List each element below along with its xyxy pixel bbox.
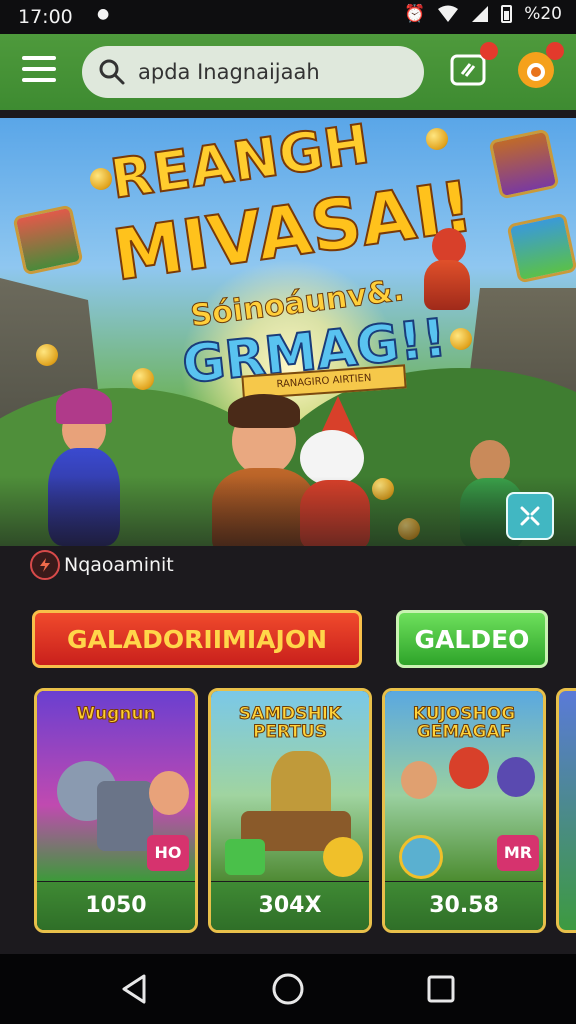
back-icon[interactable]	[118, 972, 152, 1006]
profile-button[interactable]	[514, 42, 564, 92]
card-title: SAMDSHIK PERTUS	[238, 704, 342, 742]
coin-icon	[132, 368, 154, 390]
card-tag: MR	[497, 835, 539, 871]
expand-icon	[520, 506, 540, 526]
card-title: Wugnun	[76, 704, 156, 724]
card-title: KUJOSHOG GEMAGAF	[412, 704, 516, 742]
home-icon[interactable]	[271, 972, 305, 1006]
menu-icon[interactable]	[22, 56, 56, 86]
card-tag: HO	[147, 835, 189, 871]
lightning-icon	[30, 550, 60, 580]
notification-dot-icon: ●	[97, 6, 110, 22]
search-icon	[99, 59, 125, 85]
coin-icon	[450, 328, 472, 350]
search-bar[interactable]	[82, 46, 424, 98]
battery-percent: %20	[524, 4, 562, 24]
wallet-badge	[480, 42, 498, 60]
primary-action-button[interactable]: GALADORIIMIAJON	[32, 610, 362, 668]
wifi-icon	[438, 5, 459, 22]
secondary-action-button[interactable]: GALDEO	[396, 610, 548, 668]
game-card-partial[interactable]	[556, 688, 576, 933]
coin-icon	[36, 344, 58, 366]
recents-icon[interactable]	[424, 972, 458, 1006]
status-time: 17:00	[18, 6, 73, 28]
search-input[interactable]	[136, 59, 410, 85]
coin-icon	[426, 128, 448, 150]
signal-icon	[472, 6, 489, 22]
section-header: Nqaoaminit	[30, 550, 174, 580]
card-price: 1050	[37, 882, 195, 930]
system-nav-bar	[0, 954, 576, 1024]
coin-icon	[90, 168, 112, 190]
game-card[interactable]: KUJOSHOG GEMAGAF MR 30.58	[382, 688, 546, 933]
card-price: 30.58	[385, 882, 543, 930]
game-card[interactable]: Wugnun HO 1050	[34, 688, 198, 933]
alarm-icon: ⏰	[404, 4, 426, 24]
status-bar: 17:00 ● ⏰ %20	[0, 0, 576, 34]
floating-tile-icon	[12, 204, 84, 276]
promo-banner[interactable]: REANGH MIVASAI! Sóinoáunv&. GRMAG!! RANA…	[0, 118, 576, 546]
notification-badge	[546, 42, 564, 60]
section-label: Nqaoaminit	[64, 554, 174, 576]
app-header	[0, 34, 576, 110]
floating-tile-icon	[488, 128, 560, 200]
floating-tile-icon	[506, 212, 576, 284]
card-price: 304X	[211, 882, 369, 930]
battery-icon	[501, 5, 513, 23]
banner-expand-button[interactable]	[506, 492, 554, 540]
wallet-button[interactable]	[448, 42, 498, 92]
game-card[interactable]: SAMDSHIK PERTUS 304X	[208, 688, 372, 933]
